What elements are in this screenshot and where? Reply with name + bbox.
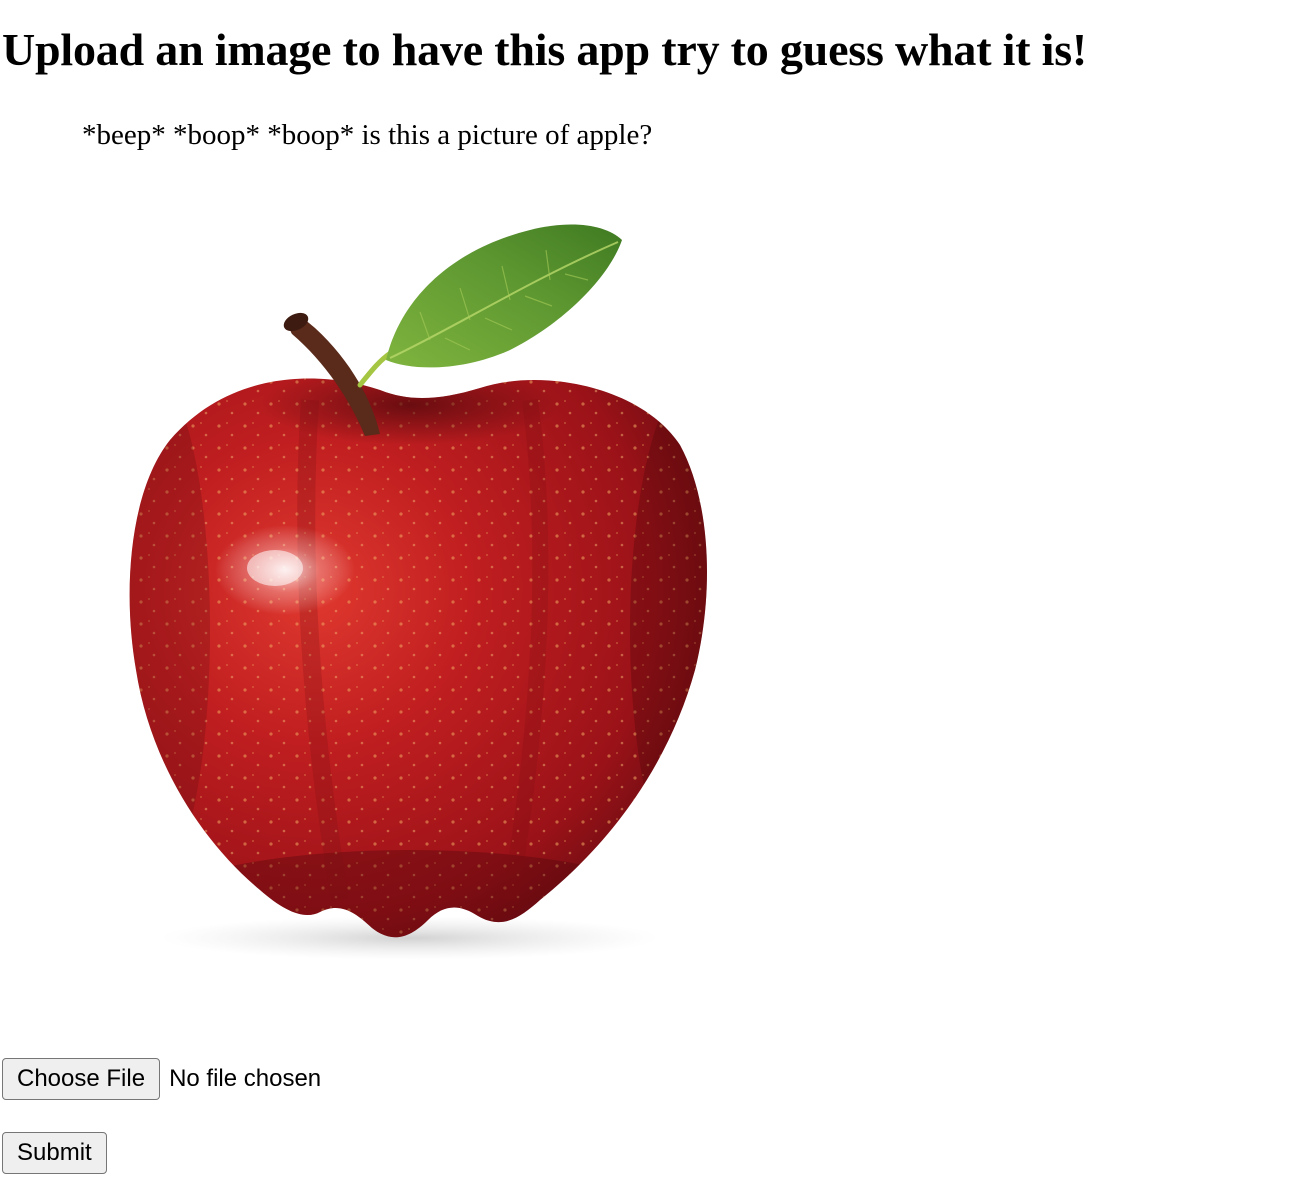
page-title: Upload an image to have this app try to … xyxy=(2,24,1088,75)
file-input-row: Choose File No file chosen xyxy=(2,1058,321,1100)
submit-row: Submit xyxy=(2,1132,107,1174)
apple-leaf xyxy=(386,224,622,368)
choose-file-button[interactable]: Choose File xyxy=(2,1058,161,1100)
submit-button[interactable]: Submit xyxy=(2,1132,107,1174)
uploaded-apple-image xyxy=(110,200,730,970)
apple-illustration xyxy=(129,224,708,960)
apple-body xyxy=(129,378,708,938)
file-status-text: No file chosen xyxy=(169,1065,322,1092)
guess-text: *beep* *boop* *boop* is this a picture o… xyxy=(82,119,653,151)
